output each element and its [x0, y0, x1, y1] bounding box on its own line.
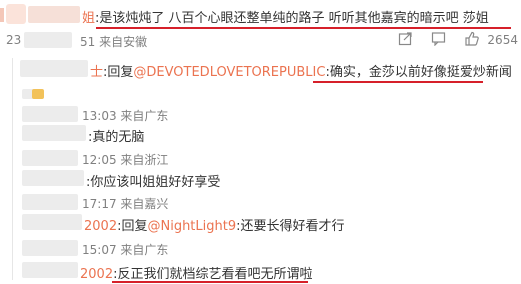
main-comment: 姐:是该炖炖了 八百个心眼还整单纯的路子 听听其他嘉宾的暗示吧 莎姐 [82, 7, 489, 26]
username-blur[interactable] [28, 6, 80, 23]
reply-5-username-blur[interactable] [22, 262, 78, 278]
reply-1-username-blur[interactable] [20, 60, 88, 77]
main-comment-text: :是该炖炖了 八百个心眼还整单纯的路子 听听其他嘉宾的暗示吧 莎姐 [95, 11, 489, 26]
reply-2-username-blur[interactable] [22, 125, 86, 141]
reply-5: 2002:反正我们就档综艺看看吧无所谓啦 [80, 263, 312, 282]
reply-5-time-blur [22, 240, 78, 256]
reply-3: :你应该叫姐姐好好享受 [86, 171, 220, 190]
reply-1-mention[interactable]: @DEVOTEDLOVETOREPUBLIC [133, 65, 325, 80]
reply-4-username-blur[interactable] [22, 214, 82, 230]
main-underline [96, 27, 511, 29]
reply-5-underline [112, 281, 308, 283]
avatar[interactable] [6, 4, 26, 24]
reply-4-meta: 17:17 来自嘉兴 [82, 197, 169, 211]
reply-4-time-blur [22, 194, 78, 210]
reply-5-username[interactable]: 2002 [80, 267, 113, 282]
reply-3-username-blur[interactable] [22, 170, 84, 186]
action-bar: 2654 [398, 31, 518, 50]
reply-1-text-after: :确实，金莎以前好像挺爱炒新闻 [325, 65, 512, 80]
reply-3-text: :你应该叫姐姐好好享受 [86, 175, 221, 190]
main-username[interactable]: 姐 [82, 11, 95, 26]
reply-1-underline [313, 81, 483, 83]
reply-3-time-blur [22, 150, 78, 166]
reply-5-text: :反正我们就档综艺看看吧无所谓啦 [113, 267, 313, 282]
share-icon[interactable] [398, 31, 413, 50]
time-blur [24, 32, 72, 48]
comment-icon[interactable] [431, 31, 446, 50]
reply-4-text-before: :回复 [117, 219, 148, 234]
reply-3-meta: 12:05 来自浙江 [82, 153, 169, 167]
reply-2: :真的无脑 [88, 126, 144, 145]
thread-line [12, 58, 13, 280]
reply-1: 士:回复@DEVOTEDLOVETOREPUBLIC:确实，金莎以前好像挺爱炒新… [90, 61, 512, 80]
like-icon[interactable] [464, 31, 480, 50]
reply-4-text-after: :还要长得好看才行 [236, 219, 345, 234]
reply-2-meta: 13:03 来自广东 [82, 109, 169, 123]
reply-2-text: :真的无脑 [88, 130, 145, 145]
reply-1-username[interactable]: 士 [90, 65, 103, 80]
reply-5-meta: 15:07 来自广东 [82, 243, 169, 257]
like-count: 2654 [487, 33, 518, 47]
main-time: 51 来自安徽 [80, 35, 148, 49]
reply-4-mention[interactable]: @NightLight9 [147, 219, 236, 234]
avatar-left-accent [0, 8, 4, 22]
emoji-2 [32, 89, 44, 99]
reply-4: 2002:回复@NightLight9:还要长得好看才行 [84, 215, 345, 234]
reply-4-username[interactable]: 2002 [84, 219, 117, 234]
reply-2-time-blur [22, 106, 78, 122]
main-meta: 23 [6, 33, 22, 47]
reply-1-text-before: :回复 [103, 65, 134, 80]
